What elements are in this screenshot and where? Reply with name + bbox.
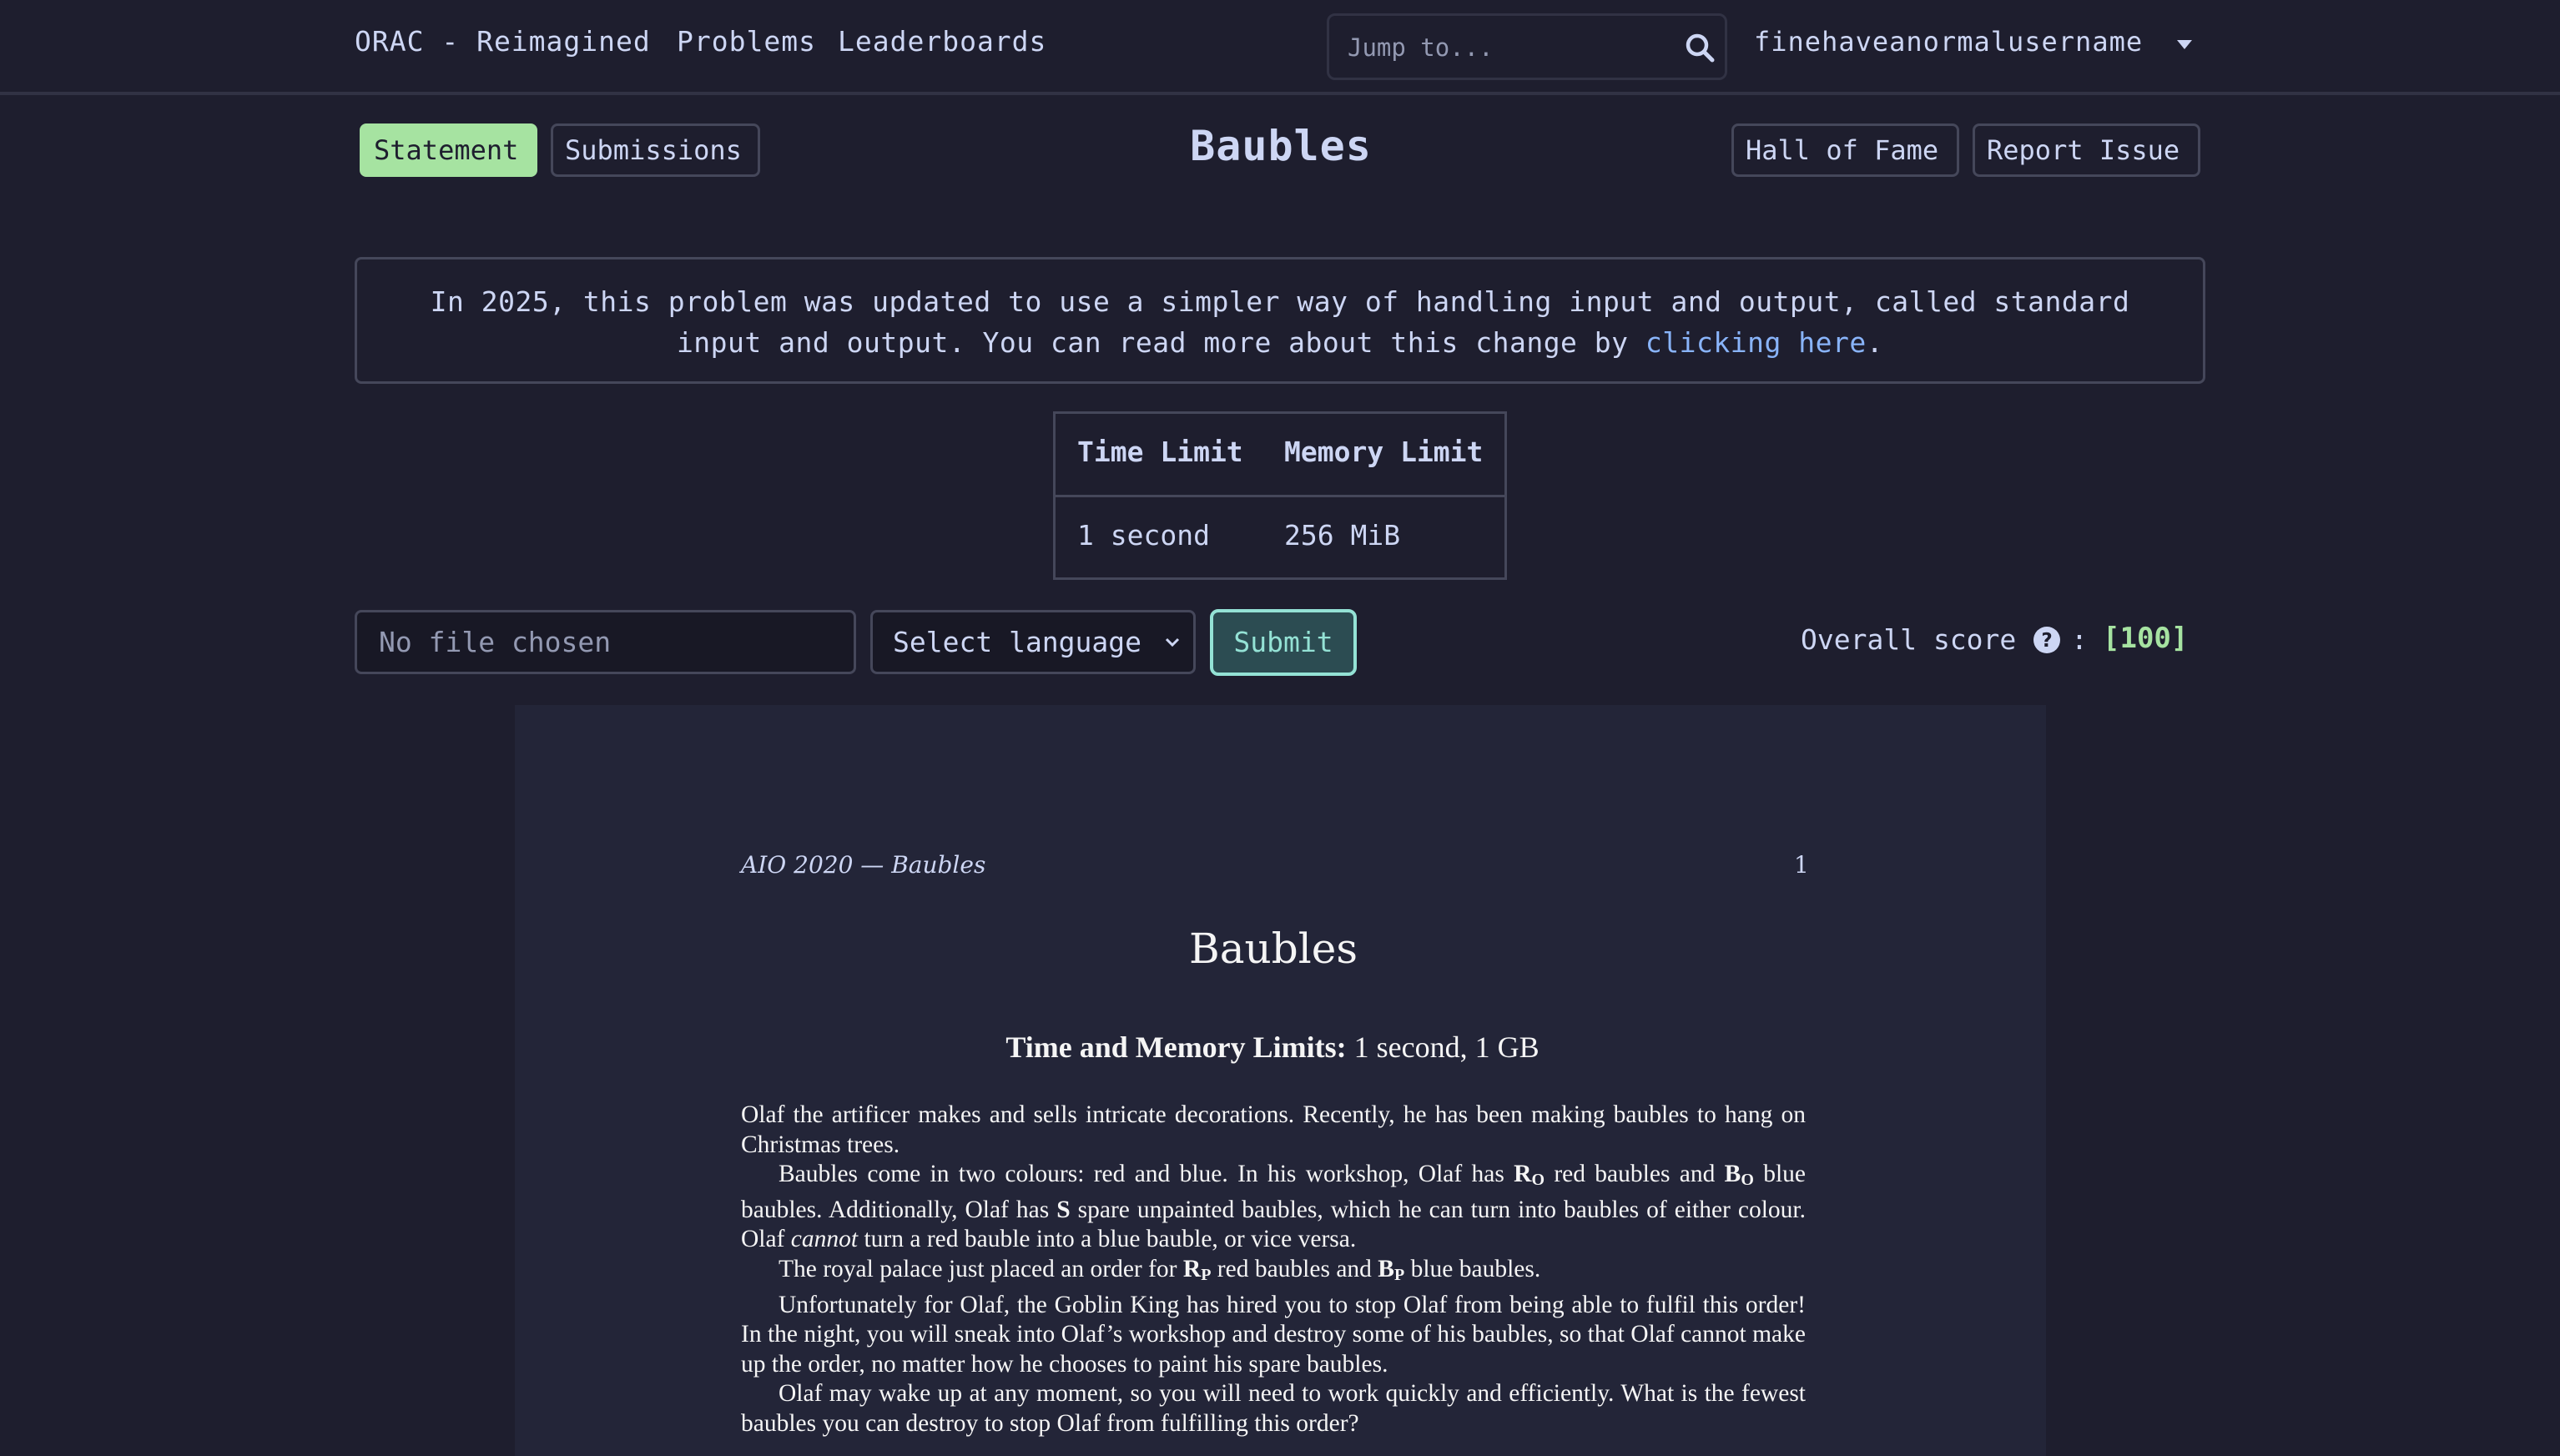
user-menu-name[interactable]: finehaveanormalusername — [1754, 26, 2143, 58]
memory-limit-header: Memory Limit — [1284, 436, 1484, 468]
paragraph-4: Unfortunately for Olaf, the Goblin King … — [741, 1291, 1806, 1378]
paragraph-3: The royal palace just placed an order fo… — [779, 1255, 1541, 1284]
time-limit-value: 1 second — [1077, 519, 1210, 552]
document-body: Olaf the artificer makes and sells intri… — [741, 1101, 1806, 1439]
document-title: Baubles — [1188, 924, 1358, 973]
svg-text:?: ? — [2041, 630, 2052, 652]
document-limits-label: Time and Memory Limits: — [1005, 1030, 1347, 1064]
limits-header-row: Time Limit Memory Limit — [1056, 414, 1504, 497]
paragraph-5: Olaf may wake up at any moment, so you w… — [741, 1380, 1806, 1437]
document-page-number: 1 — [1794, 851, 1809, 879]
document-limits: Time and Memory Limits: 1 second, 1 GB — [834, 1030, 1711, 1065]
file-chooser[interactable]: No file chosen — [355, 610, 856, 674]
document-limits-value: 1 second, 1 GB — [1353, 1030, 1540, 1064]
question-circle-icon[interactable]: ? — [2033, 626, 2061, 654]
notice-link[interactable]: clicking here — [1645, 326, 1867, 359]
tab-submissions[interactable]: Submissions — [551, 123, 760, 177]
io-update-notice: In 2025, this problem was updated to use… — [355, 257, 2205, 384]
overall-score-value: [100] — [2103, 622, 2189, 655]
page-title: Baubles — [1190, 122, 1372, 170]
brand-link[interactable]: ORAC - Reimagined — [355, 25, 651, 58]
hall-of-fame-button[interactable]: Hall of Fame — [1731, 123, 1959, 177]
language-select-value: Select language — [893, 626, 1142, 658]
tab-statement[interactable]: Statement — [360, 123, 537, 177]
submit-button[interactable]: Submit — [1210, 609, 1357, 676]
document-header: AIO 2020 — Baubles — [741, 851, 986, 879]
overall-score-label: Overall score — [1801, 623, 2017, 656]
score-colon: : — [2071, 623, 2088, 656]
caret-down-icon[interactable] — [2177, 40, 2192, 49]
notice-text-end: . — [1866, 326, 1884, 359]
paragraph-2: Baubles come in two colours: red and blu… — [741, 1161, 1807, 1253]
jump-search-input[interactable] — [1348, 31, 1665, 64]
paragraph-1: Olaf the artificer makes and sells intri… — [741, 1101, 1806, 1158]
language-select[interactable]: Select language — [870, 610, 1196, 674]
nav-leaderboards-link[interactable]: Leaderboards — [838, 25, 1046, 58]
nav-problems-link[interactable]: Problems — [677, 25, 816, 58]
chevron-down-icon — [1165, 637, 1180, 647]
report-issue-button[interactable]: Report Issue — [1973, 123, 2200, 177]
time-limit-header: Time Limit — [1077, 436, 1243, 468]
top-navbar: ORAC - Reimagined Problems Leaderboards … — [0, 0, 2560, 95]
memory-limit-value: 256 MiB — [1284, 519, 1401, 552]
search-icon[interactable] — [1683, 31, 1716, 64]
limits-value-row: 1 second 256 MiB — [1056, 497, 1504, 581]
limits-table: Time Limit Memory Limit 1 second 256 MiB — [1053, 411, 1507, 580]
jump-search-box — [1327, 13, 1727, 80]
